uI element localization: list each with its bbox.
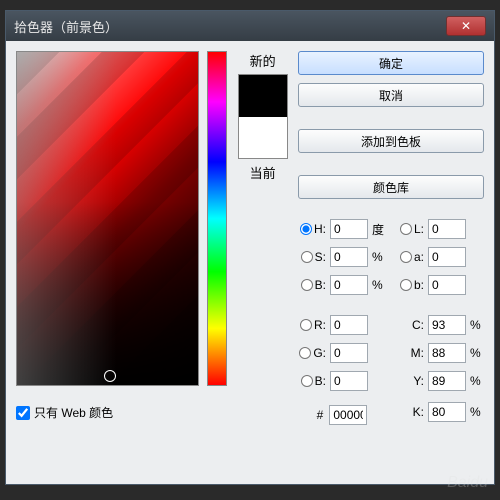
h-label[interactable]: H: xyxy=(298,222,326,236)
color-lib-button[interactable]: 颜色库 xyxy=(298,175,484,199)
b-hsb-radio[interactable] xyxy=(301,279,313,291)
l-input[interactable] xyxy=(428,219,466,239)
h-input[interactable] xyxy=(330,219,368,239)
a-radio[interactable] xyxy=(400,251,412,263)
g-label[interactable]: G: xyxy=(298,346,326,360)
b-lab-input[interactable] xyxy=(428,275,466,295)
k-label: K: xyxy=(396,405,424,419)
b-rgb-radio[interactable] xyxy=(301,375,313,387)
color-swatches xyxy=(238,74,288,159)
s-radio[interactable] xyxy=(301,251,313,263)
web-only-label: 只有 Web 颜色 xyxy=(34,404,113,421)
a-input[interactable] xyxy=(428,247,466,267)
hue-slider[interactable] xyxy=(207,51,227,386)
hex-input[interactable] xyxy=(329,405,367,425)
y-label: Y: xyxy=(396,374,424,388)
current-color-swatch[interactable] xyxy=(239,117,287,159)
watermark: Baidu xyxy=(447,474,488,492)
titlebar: 拾色器（前景色） ✕ xyxy=(6,11,494,41)
m-input[interactable] xyxy=(428,343,466,363)
b-hsb-label[interactable]: B: xyxy=(298,278,326,292)
r-input[interactable] xyxy=(330,315,368,335)
color-field[interactable] xyxy=(16,51,199,386)
r-radio[interactable] xyxy=(300,319,312,331)
c-input[interactable] xyxy=(428,315,466,335)
b-lab-radio[interactable] xyxy=(400,279,412,291)
add-swatch-button[interactable]: 添加到色板 xyxy=(298,129,484,153)
g-radio[interactable] xyxy=(299,347,311,359)
ok-button[interactable]: 确定 xyxy=(298,51,484,75)
g-input[interactable] xyxy=(330,343,368,363)
hex-label: # xyxy=(317,408,324,422)
field-cursor-icon xyxy=(104,370,116,382)
y-input[interactable] xyxy=(428,371,466,391)
b-lab-label[interactable]: b: xyxy=(396,278,424,292)
new-color-label: 新的 xyxy=(250,51,276,70)
dialog-title: 拾色器（前景色） xyxy=(14,17,446,36)
web-only-checkbox[interactable] xyxy=(16,406,30,420)
l-label[interactable]: L: xyxy=(396,222,424,236)
cancel-button[interactable]: 取消 xyxy=(298,83,484,107)
r-label[interactable]: R: xyxy=(298,318,326,332)
a-label[interactable]: a: xyxy=(396,250,424,264)
close-icon: ✕ xyxy=(461,19,471,33)
h-radio[interactable] xyxy=(300,223,312,235)
m-label: M: xyxy=(396,346,424,360)
color-picker-dialog: 拾色器（前景色） ✕ 只有 Web 颜色 新的 xyxy=(5,10,495,485)
b-rgb-input[interactable] xyxy=(330,371,368,391)
l-radio[interactable] xyxy=(400,223,412,235)
close-button[interactable]: ✕ xyxy=(446,16,486,36)
s-input[interactable] xyxy=(330,247,368,267)
new-color-swatch xyxy=(239,75,287,117)
k-input[interactable] xyxy=(428,402,466,422)
b-rgb-label[interactable]: B: xyxy=(298,374,326,388)
s-label[interactable]: S: xyxy=(298,250,326,264)
c-label: C: xyxy=(396,318,424,332)
current-color-label: 当前 xyxy=(250,163,276,182)
b-hsb-input[interactable] xyxy=(330,275,368,295)
